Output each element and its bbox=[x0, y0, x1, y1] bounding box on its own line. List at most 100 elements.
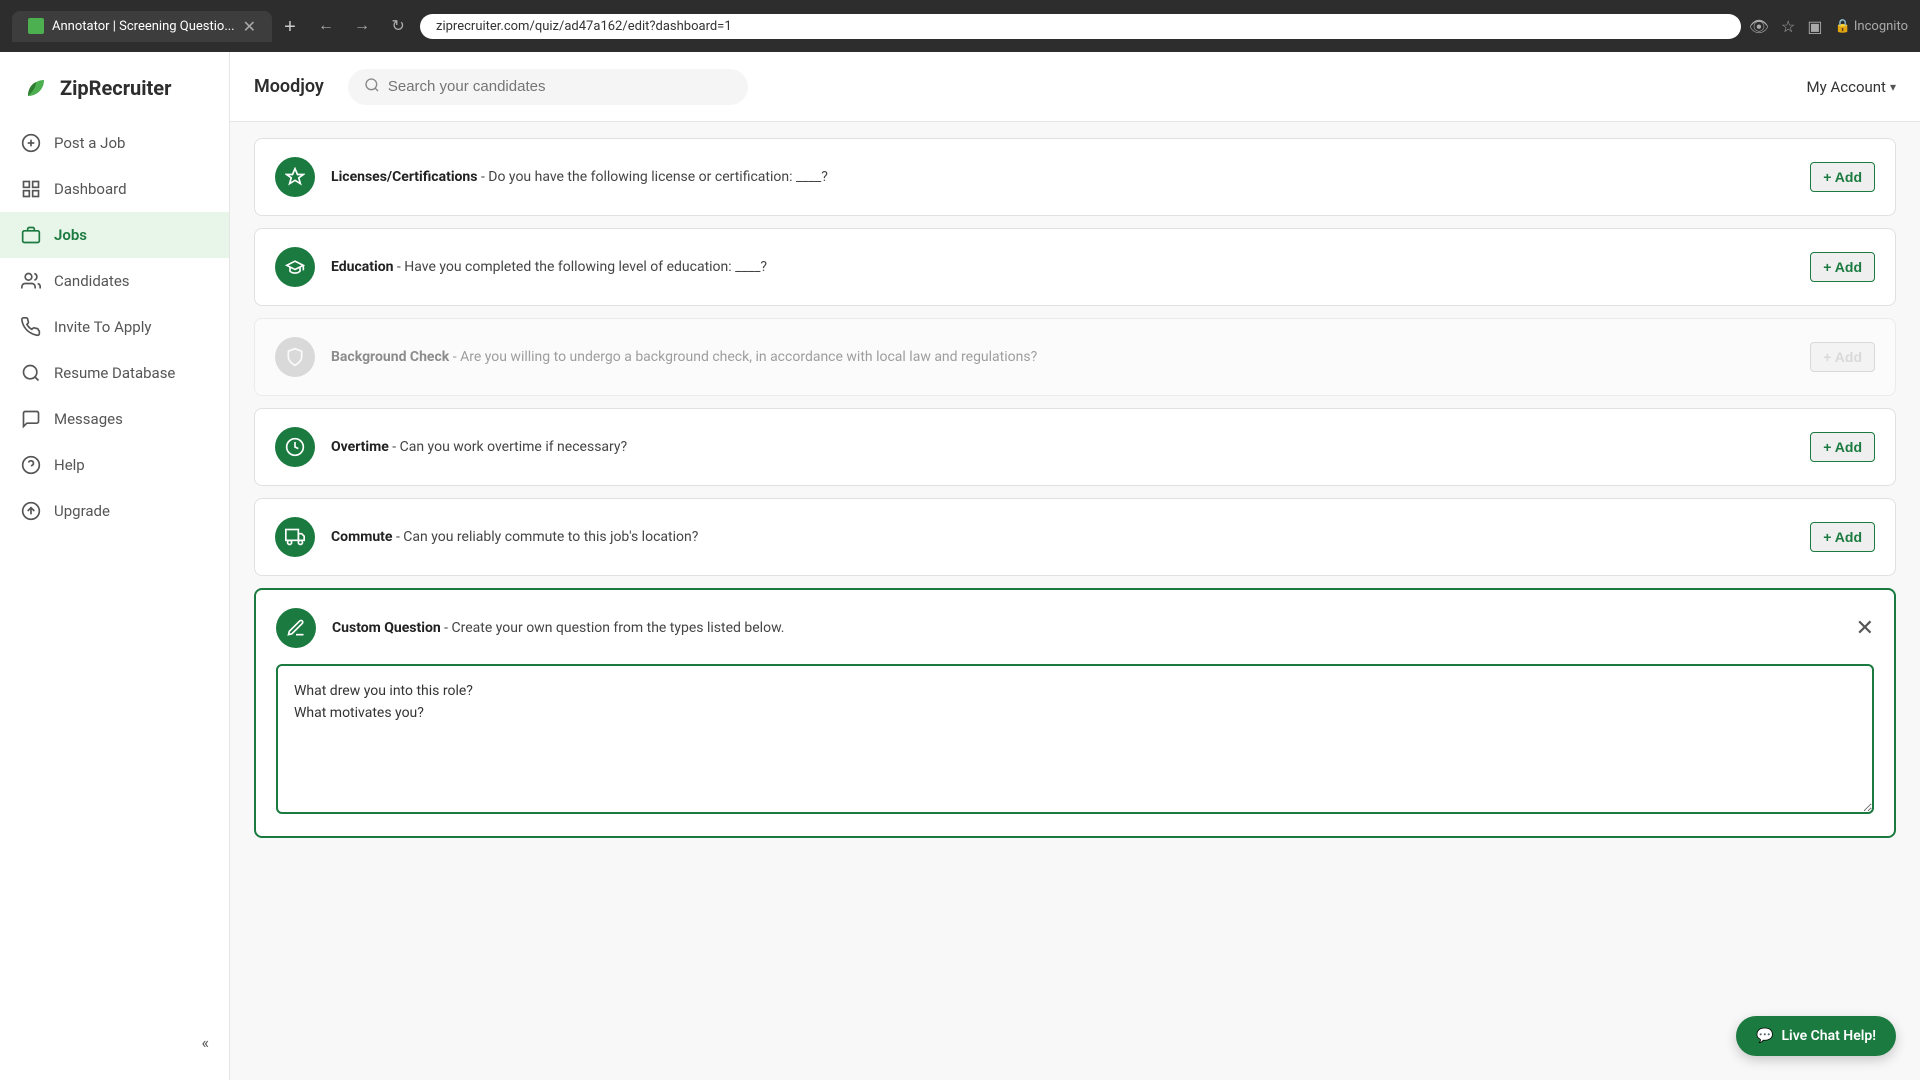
overtime-add-button[interactable]: + Add bbox=[1810, 432, 1875, 462]
custom-question-text: Custom Question - Create your own questi… bbox=[332, 620, 1840, 636]
url-text: ziprecruiter.com/quiz/ad47a162/edit?dash… bbox=[436, 19, 732, 34]
custom-question-label: Custom Question bbox=[332, 620, 441, 636]
sidebar-item-dashboard[interactable]: Dashboard bbox=[0, 166, 229, 212]
question-card-overtime: Overtime - Can you work overtime if nece… bbox=[254, 408, 1896, 486]
sidebar-label-jobs: Jobs bbox=[54, 226, 87, 244]
sidebar-item-help[interactable]: Help bbox=[0, 442, 229, 488]
tab-bar: Annotator | Screening Questio... ✕ + bbox=[12, 11, 304, 42]
tab-favicon bbox=[28, 18, 44, 34]
overtime-question: - Can you work overtime if necessary? bbox=[389, 439, 627, 455]
invite-icon bbox=[20, 316, 42, 338]
sidebar-label-invite-to-apply: Invite To Apply bbox=[54, 318, 151, 336]
my-account-label: My Account bbox=[1807, 78, 1886, 96]
sidebar-label-dashboard: Dashboard bbox=[54, 180, 127, 198]
sidebar-item-post-job[interactable]: Post a Job bbox=[0, 120, 229, 166]
sidebar-collapse-button[interactable]: « bbox=[0, 1021, 229, 1064]
browser-chrome: Annotator | Screening Questio... ✕ + ← →… bbox=[0, 0, 1920, 52]
custom-question-header: Custom Question - Create your own questi… bbox=[276, 608, 1874, 648]
eye-off-icon[interactable]: 👁 bbox=[1749, 17, 1769, 36]
close-tab-button[interactable]: ✕ bbox=[243, 17, 256, 36]
overtime-icon bbox=[275, 427, 315, 467]
custom-question-close-button[interactable]: ✕ bbox=[1856, 616, 1874, 641]
sidebar-item-candidates[interactable]: Candidates bbox=[0, 258, 229, 304]
licenses-icon bbox=[275, 157, 315, 197]
app-header: Moodjoy My Account ▾ bbox=[230, 52, 1920, 122]
logo-area: ZipRecruiter bbox=[0, 52, 229, 120]
commute-icon bbox=[275, 517, 315, 557]
custom-question-description: - Create your own question from the type… bbox=[441, 620, 785, 636]
messages-icon bbox=[20, 408, 42, 430]
question-card-background: Background Check - Are you willing to un… bbox=[254, 318, 1896, 396]
my-account-button[interactable]: My Account ▾ bbox=[1807, 78, 1896, 96]
app-container: ZipRecruiter Post a Job Dashboard Jobs C bbox=[0, 52, 1920, 1080]
star-icon[interactable]: ☆ bbox=[1781, 17, 1795, 36]
sidebar-icon[interactable]: ▣ bbox=[1807, 17, 1822, 36]
chevron-down-icon: ▾ bbox=[1890, 80, 1896, 94]
sidebar-label-messages: Messages bbox=[54, 410, 123, 428]
background-label: Background Check bbox=[331, 349, 449, 365]
education-text: Education - Have you completed the follo… bbox=[331, 259, 1794, 275]
overtime-label: Overtime bbox=[331, 439, 389, 455]
resume-database-icon bbox=[20, 362, 42, 384]
sidebar-bottom: « bbox=[0, 1021, 229, 1080]
sidebar-label-upgrade: Upgrade bbox=[54, 502, 110, 520]
commute-label: Commute bbox=[331, 529, 392, 545]
sidebar: ZipRecruiter Post a Job Dashboard Jobs C bbox=[0, 52, 230, 1080]
live-chat-button[interactable]: 💬 Live Chat Help! bbox=[1736, 1016, 1896, 1056]
sidebar-item-invite-to-apply[interactable]: Invite To Apply bbox=[0, 304, 229, 350]
custom-question-icon bbox=[276, 608, 316, 648]
question-card-commute: Commute - Can you reliably commute to th… bbox=[254, 498, 1896, 576]
new-tab-button[interactable]: + bbox=[276, 14, 304, 42]
custom-question-textarea[interactable]: What drew you into this role? What motiv… bbox=[276, 664, 1874, 814]
profile-icon[interactable]: 🔒 Incognito bbox=[1834, 19, 1908, 34]
collapse-icon: « bbox=[201, 1033, 209, 1052]
chat-icon: 💬 bbox=[1756, 1028, 1773, 1044]
background-add-button: + Add bbox=[1810, 342, 1875, 372]
forward-button[interactable]: → bbox=[348, 12, 376, 40]
licenses-label: Licenses/Certifications bbox=[331, 169, 477, 185]
candidates-icon bbox=[20, 270, 42, 292]
sidebar-label-candidates: Candidates bbox=[54, 272, 130, 290]
sidebar-item-resume-database[interactable]: Resume Database bbox=[0, 350, 229, 396]
search-input[interactable] bbox=[388, 78, 732, 95]
dashboard-icon bbox=[20, 178, 42, 200]
education-add-button[interactable]: + Add bbox=[1810, 252, 1875, 282]
education-label: Education bbox=[331, 259, 393, 275]
back-button[interactable]: ← bbox=[312, 12, 340, 40]
sidebar-item-jobs[interactable]: Jobs bbox=[0, 212, 229, 258]
question-card-licenses: Licenses/Certifications - Do you have th… bbox=[254, 138, 1896, 216]
commute-question: - Can you reliably commute to this job's… bbox=[392, 529, 698, 545]
sidebar-label-help: Help bbox=[54, 456, 85, 474]
help-icon bbox=[20, 454, 42, 476]
logo-text: ZipRecruiter bbox=[60, 76, 171, 100]
live-chat-label: Live Chat Help! bbox=[1781, 1028, 1876, 1044]
browser-toolbar-icons: 👁 ☆ ▣ 🔒 Incognito bbox=[1749, 17, 1908, 36]
education-question: - Have you completed the following level… bbox=[393, 259, 767, 275]
licenses-question: - Do you have the following license or c… bbox=[477, 169, 827, 185]
search-icon bbox=[364, 77, 380, 97]
company-name: Moodjoy bbox=[254, 76, 324, 97]
education-icon bbox=[275, 247, 315, 287]
address-bar[interactable]: ziprecruiter.com/quiz/ad47a162/edit?dash… bbox=[420, 14, 1741, 39]
sidebar-item-messages[interactable]: Messages bbox=[0, 396, 229, 442]
tab-title: Annotator | Screening Questio... bbox=[52, 19, 235, 34]
jobs-icon bbox=[20, 224, 42, 246]
commute-text: Commute - Can you reliably commute to th… bbox=[331, 529, 1794, 545]
header-right: My Account ▾ bbox=[1807, 78, 1896, 96]
candidate-search-bar[interactable] bbox=[348, 69, 748, 105]
sidebar-label-resume-database: Resume Database bbox=[54, 364, 175, 382]
upgrade-icon bbox=[20, 500, 42, 522]
main-content: Licenses/Certifications - Do you have th… bbox=[230, 122, 1920, 1080]
overtime-text: Overtime - Can you work overtime if nece… bbox=[331, 439, 1794, 455]
licenses-add-button[interactable]: + Add bbox=[1810, 162, 1875, 192]
licenses-text: Licenses/Certifications - Do you have th… bbox=[331, 169, 1794, 185]
commute-add-button[interactable]: + Add bbox=[1810, 522, 1875, 552]
background-question: - Are you willing to undergo a backgroun… bbox=[449, 349, 1037, 365]
refresh-button[interactable]: ↻ bbox=[384, 12, 412, 40]
browser-tab[interactable]: Annotator | Screening Questio... ✕ bbox=[12, 11, 272, 42]
sidebar-label-post-job: Post a Job bbox=[54, 134, 125, 152]
background-text: Background Check - Are you willing to un… bbox=[331, 349, 1794, 365]
background-icon bbox=[275, 337, 315, 377]
question-card-education: Education - Have you completed the follo… bbox=[254, 228, 1896, 306]
sidebar-item-upgrade[interactable]: Upgrade bbox=[0, 488, 229, 534]
